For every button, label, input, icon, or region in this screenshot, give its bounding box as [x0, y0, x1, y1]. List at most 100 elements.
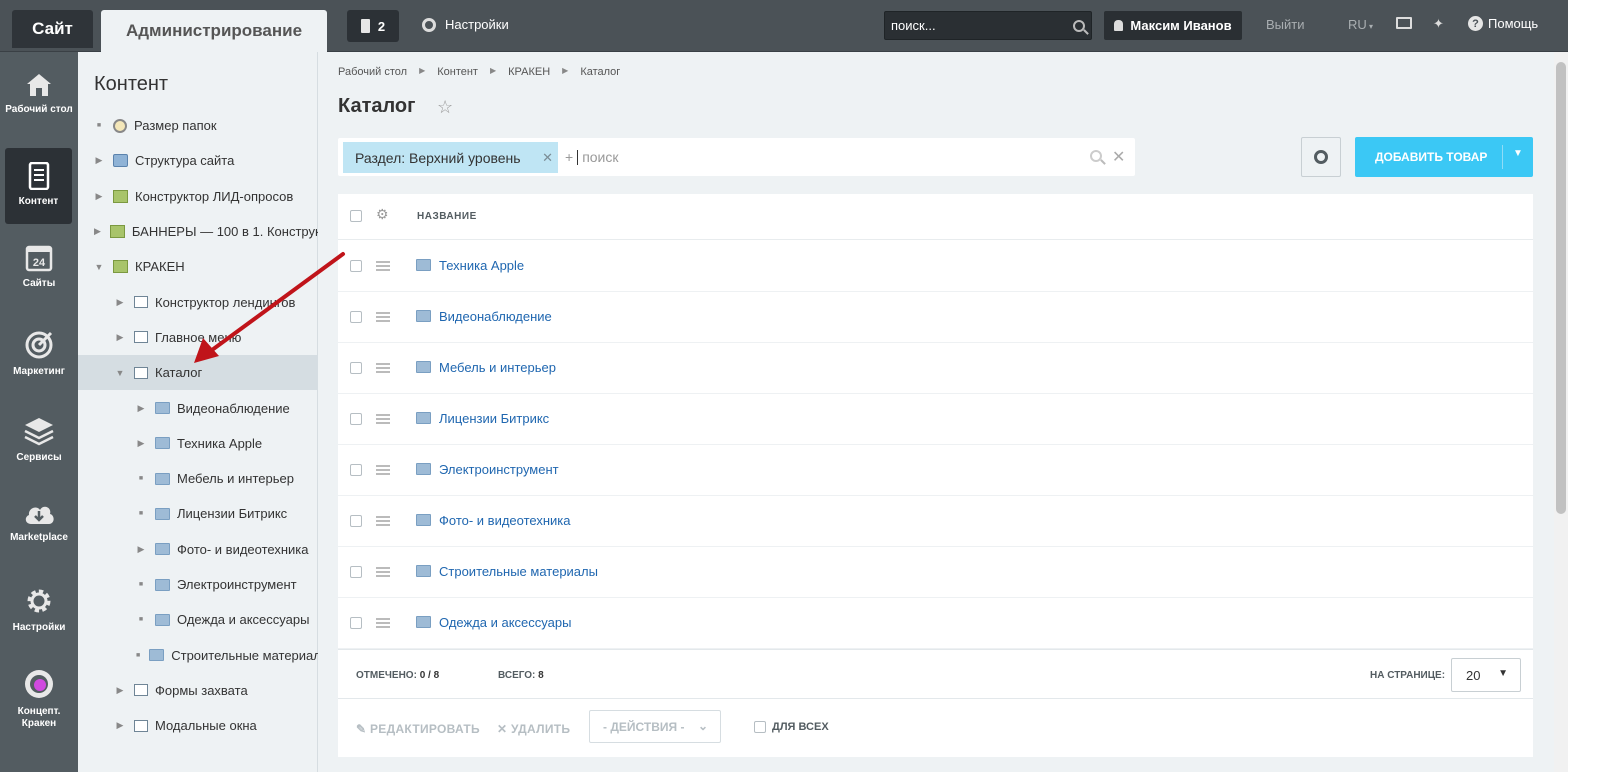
tree-item[interactable]: ▶ Конструктор ЛИД-опросов	[78, 179, 318, 214]
tree-item[interactable]: ■ Лицензии Битрикс	[78, 496, 318, 531]
tree-item[interactable]: ■ Одежда и аксессуары	[78, 602, 318, 637]
column-header-name[interactable]: НАЗВАНИЕ	[417, 211, 477, 222]
tree-item[interactable]: ▶ Видеонаблюдение	[78, 390, 318, 425]
row-menu-icon[interactable]	[376, 363, 390, 373]
breadcrumb-item[interactable]: Каталог	[580, 66, 620, 78]
select-all-checkbox[interactable]	[350, 210, 362, 222]
keyboard-icon[interactable]	[1396, 17, 1412, 29]
nav-marketing[interactable]: Маркетинг	[0, 330, 78, 378]
tree-item[interactable]: ■ Электроинструмент	[78, 567, 318, 602]
filter-search-input[interactable]: + поиск	[565, 149, 619, 165]
chevron-right-icon[interactable]: ▶	[94, 226, 101, 237]
logout-link[interactable]: Выйти	[1266, 17, 1305, 32]
chevron-down-icon[interactable]: ▼	[115, 368, 125, 378]
chevron-down-icon[interactable]: ▼	[94, 262, 104, 272]
tree-item[interactable]: ▶ Техника Apple	[78, 426, 318, 461]
tree-item[interactable]: ▶ Конструктор лендингов	[78, 284, 318, 319]
add-product-button[interactable]: ДОБАВИТЬ ТОВАР ▼	[1355, 137, 1533, 177]
row-checkbox[interactable]	[350, 464, 362, 476]
notifications-button[interactable]: 2	[347, 10, 399, 42]
chevron-right-icon[interactable]: ▶	[136, 544, 146, 555]
row-menu-icon[interactable]	[376, 312, 390, 322]
language-selector[interactable]: RU ▾	[1348, 17, 1373, 32]
row-menu-icon[interactable]	[376, 414, 390, 424]
row-checkbox[interactable]	[350, 362, 362, 374]
chevron-right-icon[interactable]: ▶	[94, 155, 104, 166]
tree-item[interactable]: ▼ КРАКЕН	[78, 249, 318, 284]
row-link[interactable]: Лицензии Битрикс	[439, 411, 549, 426]
chevron-down-icon[interactable]: ▼	[1513, 148, 1523, 159]
filter-chip[interactable]: Раздел: Верхний уровень ✕	[343, 142, 558, 173]
chevron-right-icon[interactable]: ▶	[136, 438, 146, 449]
admin-tab[interactable]: Администрирование	[101, 10, 327, 52]
row-menu-icon[interactable]	[376, 618, 390, 628]
search-icon[interactable]	[1090, 150, 1102, 162]
tree-item[interactable]: ▶ Структура сайта	[78, 143, 318, 178]
table-row[interactable]: Строительные материалы	[338, 547, 1533, 598]
row-menu-icon[interactable]	[376, 261, 390, 271]
nav-marketplace[interactable]: Marketplace	[0, 500, 78, 544]
nav-settings[interactable]: Настройки	[0, 586, 78, 634]
row-link[interactable]: Фото- и видеотехника	[439, 513, 571, 528]
row-link[interactable]: Строительные материалы	[439, 564, 598, 579]
tree-item[interactable]: ■ Размер папок	[78, 108, 318, 143]
checkbox[interactable]	[754, 721, 766, 733]
tree-item[interactable]: ▼ Каталог	[78, 355, 318, 391]
breadcrumb-item[interactable]: Рабочий стол	[338, 66, 407, 78]
help-button[interactable]: ? Помощь	[1468, 16, 1538, 31]
table-row[interactable]: Техника Apple	[338, 241, 1533, 292]
tree-item[interactable]: ▶ Главное меню	[78, 320, 318, 355]
scrollbar-thumb[interactable]	[1556, 62, 1566, 514]
pin-icon[interactable]: ✦	[1433, 16, 1444, 32]
global-search-input[interactable]: поиск...	[884, 11, 1092, 40]
tree-item[interactable]: ■ Мебель и интерьер	[78, 461, 318, 496]
row-menu-icon[interactable]	[376, 567, 390, 577]
nav-desktop[interactable]: Рабочий стол	[0, 72, 78, 116]
grid-settings-button[interactable]	[1301, 137, 1341, 177]
table-row[interactable]: Мебель и интерьер	[338, 343, 1533, 394]
chevron-right-icon[interactable]: ▶	[115, 685, 125, 696]
user-menu-button[interactable]: Максим Иванов	[1104, 11, 1242, 40]
gear-icon[interactable]: ⚙	[376, 206, 389, 223]
chevron-right-icon[interactable]: ▶	[115, 720, 125, 731]
table-row[interactable]: Электроинструмент	[338, 445, 1533, 496]
chevron-right-icon[interactable]: ▶	[115, 297, 125, 308]
table-row[interactable]: Фото- и видеотехника	[338, 496, 1533, 547]
nav-content[interactable]: Контент	[5, 148, 72, 224]
row-checkbox[interactable]	[350, 566, 362, 578]
table-row[interactable]: Одежда и аксессуары	[338, 598, 1533, 649]
breadcrumb-item[interactable]: Контент	[437, 66, 478, 78]
close-icon[interactable]: ✕	[542, 150, 553, 166]
row-link[interactable]: Видеонаблюдение	[439, 309, 552, 324]
star-icon[interactable]: ☆	[437, 97, 453, 118]
table-row[interactable]: Лицензии Битрикс	[338, 394, 1533, 445]
clear-icon[interactable]: ✕	[1112, 147, 1125, 167]
row-menu-icon[interactable]	[376, 516, 390, 526]
add-filter-icon[interactable]: +	[565, 149, 573, 165]
tree-item[interactable]: ▶ БАННЕРЫ — 100 в 1. Конструктор	[78, 214, 318, 249]
row-checkbox[interactable]	[350, 617, 362, 629]
row-checkbox[interactable]	[350, 311, 362, 323]
actions-select[interactable]: - ДЕЙСТВИЯ - ⌄	[589, 710, 721, 743]
row-checkbox[interactable]	[350, 413, 362, 425]
tree-item[interactable]: ▶ Формы захвата	[78, 673, 318, 708]
table-row[interactable]: Видеонаблюдение	[338, 292, 1533, 343]
chevron-right-icon[interactable]: ▶	[115, 332, 125, 343]
tree-item[interactable]: ■ Строительные материалы	[78, 637, 318, 672]
nav-services[interactable]: Сервисы	[0, 416, 78, 464]
for-all-checkbox[interactable]: ДЛЯ ВСЕХ	[754, 721, 829, 733]
tree-item[interactable]: ▶ Фото- и видеотехника	[78, 532, 318, 567]
row-checkbox[interactable]	[350, 515, 362, 527]
row-link[interactable]: Электроинструмент	[439, 462, 559, 477]
row-link[interactable]: Одежда и аксессуары	[439, 615, 571, 630]
chevron-right-icon[interactable]: ▶	[136, 403, 146, 414]
delete-button[interactable]: ✕ УДАЛИТЬ	[497, 722, 570, 736]
page-scrollbar[interactable]	[1554, 52, 1568, 772]
nav-kraken[interactable]: Концепт. Кракен	[0, 668, 78, 730]
nav-sites[interactable]: 24 Сайты	[0, 244, 78, 290]
chevron-right-icon[interactable]: ▶	[94, 191, 104, 202]
tree-item[interactable]: ▶ Модальные окна	[78, 708, 318, 743]
filter-search-bar[interactable]: Раздел: Верхний уровень ✕ + поиск ✕	[338, 138, 1135, 176]
row-menu-icon[interactable]	[376, 465, 390, 475]
per-page-select[interactable]: 20 ▼	[1451, 658, 1521, 692]
